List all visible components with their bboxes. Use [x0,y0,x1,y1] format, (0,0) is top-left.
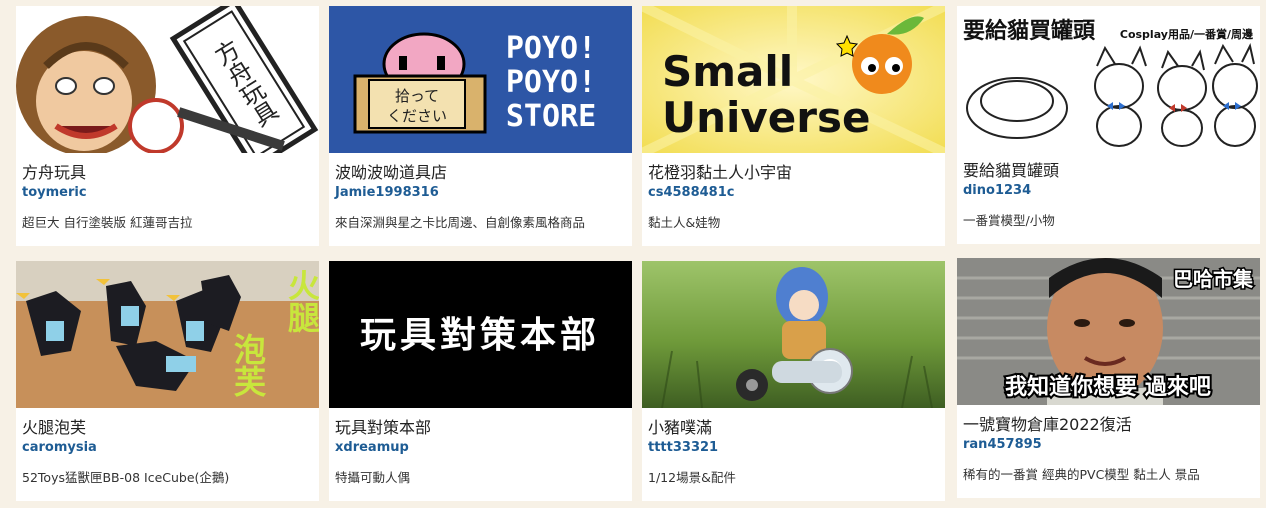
thumb-sign-line-2: ください [387,107,447,125]
shop-description: 1/12場景&配件 [648,470,736,485]
shop-owner[interactable]: xdreamup [335,440,626,456]
thumb-title: 要給貓買罐頭 [963,18,1096,44]
shop-thumbnail[interactable] [642,261,945,408]
shop-description: 稀有的一番賞 經典的PVC模型 黏土人 景品 [963,467,1200,482]
shop-name[interactable]: 玩具對策本部 [335,418,626,438]
thumb-text-line-2: 泡芙 [229,333,267,397]
shop-owner[interactable]: ran457895 [963,437,1254,453]
shop-description: 來自深淵與星之卡比周邊、自創像素風格商品 [335,215,586,230]
thumb-tag: 巴哈市集 [1173,267,1254,291]
shop-owner[interactable]: Jamie1998316 [335,185,626,201]
shop-name[interactable]: 火腿泡芙 [22,418,313,438]
shop-name[interactable]: 一號寶物倉庫2022復活 [963,415,1254,435]
shop-image: Small Universe [642,6,945,153]
thumb-text: 玩具對策本部 [360,314,600,356]
shop-image: 要給貓買罐頭 Cosplay用品/一番賞/周邊 [957,6,1260,151]
shop-description: 黏土人&娃物 [648,215,721,230]
shop-name[interactable]: 小豬噗滿 [648,418,939,438]
shop-description: 52Toys猛獸匣BB-08 IceCube(企鵝) [22,470,230,485]
shop-thumbnail[interactable]: 玩具對策本部 [329,261,632,408]
shop-description: 一番賞模型/小物 [963,213,1055,228]
shop-name[interactable]: 花橙羽黏土人小宇宙 [648,163,939,183]
shop-name[interactable]: 方舟玩具 [22,163,313,183]
thumb-subtitle: Cosplay用品/一番賞/周邊 [1120,27,1254,41]
thumb-text-line-2: POYO! [506,65,596,100]
shop-name[interactable]: 要給貓買罐頭 [963,161,1254,181]
shop-thumbnail[interactable]: 火腿 泡芙 [16,261,319,408]
shop-name[interactable]: 波呦波呦道具店 [335,163,626,183]
shop-owner[interactable]: cs4588481c [648,185,939,201]
shop-description: 超巨大 自行塗裝版 紅蓮哥吉拉 [22,215,193,230]
shop-owner[interactable]: toymeric [22,185,313,201]
thumb-text-line-2: Universe [662,93,870,142]
thumb-text-line-1: 火腿 [283,269,319,334]
shop-image: 玩具對策本部 [329,261,632,408]
thumb-text-line-1: POYO! [506,31,596,66]
shop-thumbnail[interactable]: 要給貓買罐頭 Cosplay用品/一番賞/周邊 [957,6,1260,151]
shop-thumbnail[interactable]: 巴哈市集 我知道你想要 過來吧 [957,258,1260,405]
shop-card[interactable]: 小豬噗滿 tttt33321 1/12場景&配件 [642,261,945,501]
thumb-caption: 我知道你想要 過來吧 [1005,374,1211,400]
shop-image [642,261,945,408]
shop-card[interactable]: 玩具對策本部 玩具對策本部 xdreamup 特攝可動人偶 [329,261,632,501]
shop-owner[interactable]: tttt33321 [648,440,939,456]
shop-card[interactable]: Small Universe 花橙羽黏土人小宇宙 cs4588481c 黏土人&… [642,6,945,246]
shop-owner[interactable]: dino1234 [963,183,1254,199]
shop-image: 巴哈市集 我知道你想要 過來吧 [957,258,1260,405]
shop-image: 拾って ください POYO! POYO! STORE [329,6,632,153]
shop-image: 方舟玩具 [16,6,319,153]
thumb-text-line-1: Small [662,47,793,96]
shop-card[interactable]: 方舟玩具 方舟玩具 toymeric 超巨大 自行塗裝版 紅蓮哥吉拉 [16,6,319,246]
shop-card[interactable]: 拾って ください POYO! POYO! STORE 波呦波呦道具店 Jamie… [329,6,632,246]
shop-thumbnail[interactable]: Small Universe [642,6,945,153]
shop-owner[interactable]: caromysia [22,440,313,456]
shop-description: 特攝可動人偶 [335,470,411,485]
shop-grid: 方舟玩具 方舟玩具 toymeric 超巨大 自行塗裝版 紅蓮哥吉拉 拾って く… [0,0,1266,508]
shop-card[interactable]: 要給貓買罐頭 Cosplay用品/一番賞/周邊 要給貓買罐頭 dino1234 … [957,6,1260,244]
shop-thumbnail[interactable]: 方舟玩具 [16,6,319,153]
shop-thumbnail[interactable]: 拾って ください POYO! POYO! STORE [329,6,632,153]
shop-card[interactable]: 火腿 泡芙 火腿泡芙 caromysia 52Toys猛獸匣BB-08 IceC… [16,261,319,501]
thumb-sign-line-1: 拾って [395,87,439,105]
thumb-text-line-3: STORE [506,99,596,134]
shop-card[interactable]: 巴哈市集 我知道你想要 過來吧 一號寶物倉庫2022復活 ran457895 稀… [957,258,1260,498]
shop-image: 火腿 泡芙 [16,261,319,408]
